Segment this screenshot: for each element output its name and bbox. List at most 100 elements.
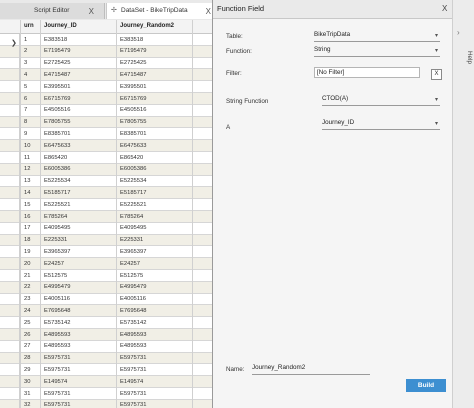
table-row[interactable]: 28 E5975731 E5975731: [0, 352, 215, 365]
filter-input[interactable]: [No Filter]: [314, 67, 420, 78]
table-row[interactable]: 2 E7195479 E7195479: [0, 45, 215, 58]
row-selector[interactable]: [0, 258, 20, 270]
table-row[interactable]: 12 E6005386 E6005386: [0, 163, 215, 176]
table-cell: E785264: [44, 213, 68, 220]
row-selector[interactable]: [0, 317, 20, 329]
table-row[interactable]: 1 E383518 E383518: [0, 34, 215, 46]
table-cell: 24: [24, 307, 31, 314]
row-selector[interactable]: [0, 293, 20, 306]
table-cell: 10: [24, 142, 31, 149]
row-selector[interactable]: [0, 388, 20, 400]
table-row[interactable]: 11 E865420 E865420: [0, 152, 215, 164]
table-row[interactable]: 20 E24257 E24257: [0, 258, 215, 270]
row-selector[interactable]: [0, 57, 20, 70]
column-divider: [192, 20, 193, 408]
column-divider: [116, 20, 117, 408]
table-row[interactable]: 6 E6715769 E6715769: [0, 93, 215, 105]
a-dropdown[interactable]: Journey_ID ▾: [322, 119, 440, 130]
table-row[interactable]: 18 E225331 E225331: [0, 234, 215, 247]
row-selector[interactable]: [0, 352, 20, 365]
table-row[interactable]: 26 E4895593 E4895593: [0, 329, 215, 341]
row-selector[interactable]: [0, 246, 20, 259]
column-header[interactable]: Journey_Random2: [120, 23, 174, 29]
table-row[interactable]: 29 E5975731 E5975731: [0, 364, 215, 377]
row-selector[interactable]: [0, 69, 20, 82]
row-selector[interactable]: [0, 116, 20, 129]
table-row[interactable]: 9 E8385701 E8385701: [0, 128, 215, 141]
table-row[interactable]: 24 E7695648 E7695648: [0, 305, 215, 318]
table-cell: E6005386: [120, 166, 147, 173]
row-selector[interactable]: [0, 329, 20, 341]
table-row[interactable]: 5 E3995501 E3995501: [0, 81, 215, 93]
chevron-right-icon[interactable]: ›: [457, 28, 460, 37]
close-icon[interactable]: X: [442, 4, 447, 13]
table-row[interactable]: 14 E5185717 E5185717: [0, 187, 215, 200]
row-selector[interactable]: [0, 104, 20, 117]
row-selector[interactable]: [0, 364, 20, 377]
table-cell: E3995501: [120, 83, 147, 90]
table-row[interactable]: 15 E5225521 E5225521: [0, 199, 215, 211]
table-row[interactable]: 7 E4505516 E4505516: [0, 104, 215, 117]
row-selector[interactable]: [0, 199, 20, 211]
dropdown-arrow-icon: ▾: [434, 97, 438, 103]
table-row[interactable]: 16 E785264 E785264: [0, 211, 215, 223]
table-cell: E5225534: [44, 178, 71, 185]
close-icon[interactable]: X: [89, 4, 94, 20]
row-selector[interactable]: [0, 222, 20, 235]
table-row[interactable]: 17 E4095495 E4095495: [0, 222, 215, 235]
row-selector[interactable]: [0, 305, 20, 318]
a-label: A: [226, 124, 231, 131]
string-function-dropdown[interactable]: CTOD(A) ▾: [322, 95, 440, 106]
row-selector[interactable]: [0, 140, 20, 152]
row-selector[interactable]: [0, 81, 20, 93]
row-selector[interactable]: [0, 187, 20, 200]
close-icon[interactable]: X: [206, 4, 211, 20]
row-selector[interactable]: [0, 376, 20, 388]
table-row[interactable]: 27 E4895593 E4895593: [0, 340, 215, 353]
table-cell: 1: [24, 36, 28, 43]
table-cell: E24257: [44, 260, 64, 267]
table-cell: E4895593: [120, 331, 147, 338]
table-row[interactable]: 8 E7805755 E7805755: [0, 116, 215, 129]
row-selector[interactable]: [0, 34, 20, 46]
table-cell: E5735142: [44, 319, 71, 326]
help-tab[interactable]: Help: [453, 51, 473, 73]
table-row[interactable]: 32 E5975731 E5975731: [0, 399, 215, 408]
table-cell: 11: [24, 154, 31, 161]
table-row[interactable]: 21 E512575 E512575: [0, 270, 215, 282]
tab-script-editor[interactable]: Script Editor X: [0, 3, 105, 19]
row-selector[interactable]: [0, 340, 20, 353]
table-row[interactable]: 19 E3965397 E3965397: [0, 246, 215, 259]
row-selector[interactable]: [0, 281, 20, 294]
row-selector[interactable]: [0, 93, 20, 105]
table-row[interactable]: 23 E4005116 E4005116: [0, 293, 215, 306]
build-button[interactable]: Build: [406, 379, 446, 392]
name-input[interactable]: Journey_Random2: [252, 364, 370, 375]
row-selector[interactable]: [0, 152, 20, 164]
column-header[interactable]: urn: [24, 23, 34, 29]
table-row[interactable]: 10 E6475633 E6475633: [0, 140, 215, 152]
table-cell: E8385701: [44, 130, 71, 137]
table-row[interactable]: 3 E2725425 E2725425: [0, 57, 215, 70]
row-selector[interactable]: [0, 211, 20, 223]
row-selector[interactable]: [0, 163, 20, 176]
row-selector[interactable]: [0, 45, 20, 58]
table-cell: E5975731: [44, 366, 71, 373]
row-selector[interactable]: [0, 399, 20, 408]
table-row[interactable]: 30 E149574 E149574: [0, 376, 215, 388]
table-row[interactable]: 22 E4995479 E4995479: [0, 281, 215, 294]
row-selector[interactable]: [0, 175, 20, 188]
table-row[interactable]: 31 E5975731 E5975731: [0, 388, 215, 400]
table-cell: E149574: [120, 378, 144, 385]
tab-dataset[interactable]: ✢ DataSet - BikeTripData X: [106, 3, 216, 19]
clear-filter-button[interactable]: X: [431, 69, 442, 80]
row-selector[interactable]: [0, 270, 20, 282]
table-dropdown[interactable]: BikeTripData ▾: [314, 31, 440, 42]
column-header[interactable]: Journey_ID: [44, 23, 77, 29]
table-row[interactable]: 4 E4715487 E4715487: [0, 69, 215, 82]
row-selector[interactable]: [0, 128, 20, 141]
table-row[interactable]: 25 E5735142 E5735142: [0, 317, 215, 329]
table-row[interactable]: 13 E5225534 E5225534: [0, 175, 215, 188]
function-dropdown[interactable]: String ▾: [314, 46, 440, 57]
row-selector[interactable]: [0, 234, 20, 247]
